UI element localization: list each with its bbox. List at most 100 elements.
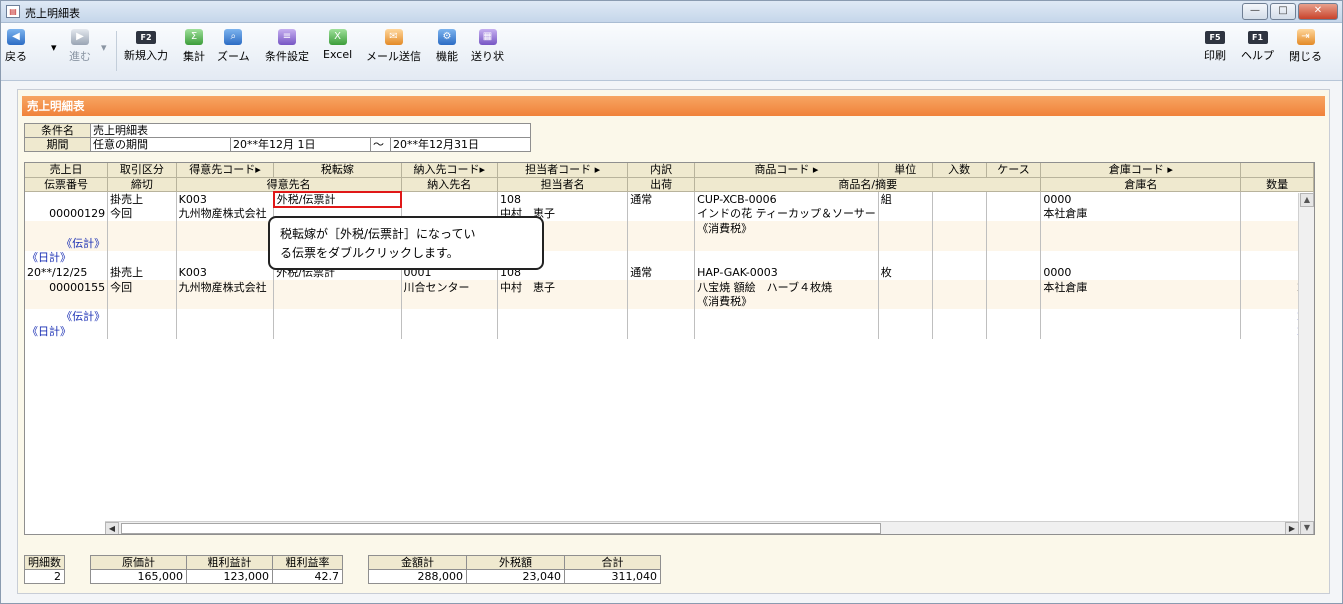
print-button[interactable]: F5 印刷	[1204, 29, 1226, 63]
grid-cell[interactable]	[694, 235, 879, 251]
cell-cust-name[interactable]: 九州物産株式会社	[176, 279, 275, 295]
col-item-name[interactable]: 商品名/摘要	[694, 177, 1042, 192]
scroll-right-icon[interactable]: ▶	[1285, 522, 1299, 534]
table-row[interactable]: 《伝計》20	[25, 309, 1314, 324]
invoice-button[interactable]: ▦ 送り状	[471, 29, 504, 64]
grid-cell[interactable]	[878, 279, 933, 295]
close-window-button[interactable]: ✕	[1298, 3, 1338, 20]
grid-cell[interactable]	[627, 221, 696, 236]
col-slip-number[interactable]: 伝票番号	[25, 177, 109, 192]
grid-cell[interactable]	[107, 221, 177, 236]
grid-cell[interactable]	[1040, 250, 1242, 266]
cell-detail[interactable]: 通常	[627, 191, 696, 207]
grid-cell[interactable]	[627, 309, 696, 324]
function-button[interactable]: ⚙ 機能	[436, 29, 458, 64]
table-row[interactable]: 《日計》20	[25, 324, 1314, 339]
col-transaction-type[interactable]: 取引区分	[107, 163, 177, 178]
grid-cell[interactable]	[627, 324, 696, 339]
grid-cell[interactable]	[107, 324, 177, 339]
grid-cell[interactable]	[986, 265, 1042, 280]
table-row[interactable]: 《日計》10	[25, 250, 1314, 266]
grid-cell[interactable]	[176, 324, 275, 339]
grid-cell[interactable]	[878, 294, 933, 310]
col-sales-date[interactable]: 売上日	[25, 163, 109, 178]
grid-cell[interactable]	[986, 206, 1042, 222]
grid-cell[interactable]	[176, 309, 275, 324]
table-row[interactable]: 《伝計》10	[25, 235, 1314, 251]
scroll-thumb[interactable]	[121, 523, 881, 534]
forward-dropdown[interactable]: ▾	[101, 41, 107, 54]
back-dropdown[interactable]: ▾	[51, 41, 57, 54]
cell-wh-code[interactable]: 0000	[1040, 191, 1242, 207]
scroll-up-icon[interactable]: ▲	[1300, 193, 1314, 207]
grid-cell[interactable]	[107, 235, 177, 251]
cell-close[interactable]: 今回	[107, 279, 177, 295]
cell-tx[interactable]: 掛売上	[107, 265, 177, 280]
grid-cell[interactable]	[1040, 235, 1242, 251]
cell-item-name[interactable]: 《消費税》	[694, 221, 879, 236]
scroll-down-icon[interactable]: ▼	[1300, 521, 1314, 534]
grid-cell[interactable]	[932, 324, 987, 339]
grid-cell[interactable]	[627, 294, 696, 310]
col-unit[interactable]: 単位	[878, 163, 933, 178]
grid-cell[interactable]	[932, 294, 987, 310]
cell-tx[interactable]: 掛売上	[107, 191, 177, 207]
grid-cell[interactable]	[1040, 221, 1242, 236]
grid-cell[interactable]	[401, 309, 499, 324]
col-item-code[interactable]: 商品コード ▸	[694, 163, 879, 178]
cell-staff-name[interactable]: 中村 恵子	[497, 279, 629, 295]
scroll-left-icon[interactable]: ◀	[105, 522, 119, 534]
cell-slip[interactable]: 00000129	[25, 206, 109, 222]
cell-detail[interactable]: 通常	[627, 265, 696, 280]
grid-cell[interactable]	[273, 279, 402, 295]
grid-cell[interactable]	[1040, 324, 1242, 339]
grid-cell[interactable]	[273, 324, 402, 339]
grid-cell[interactable]	[932, 279, 987, 295]
cell-unit[interactable]: 枚	[878, 265, 933, 280]
help-button[interactable]: F1 ヘルプ	[1241, 29, 1274, 63]
col-shipping[interactable]: 出荷	[627, 177, 696, 192]
col-warehouse-code[interactable]: 倉庫コード ▸	[1040, 163, 1242, 178]
col-pack-qty[interactable]: 入数	[932, 163, 987, 178]
grid-cell[interactable]	[986, 221, 1042, 236]
cell-item-code[interactable]: CUP-XCB-0006	[694, 191, 879, 207]
grid-cell[interactable]	[176, 235, 275, 251]
grid-cell[interactable]	[986, 324, 1042, 339]
excel-button[interactable]: X Excel	[323, 29, 352, 61]
cell-cust-name[interactable]: 九州物産株式会社	[176, 206, 275, 222]
horizontal-scrollbar[interactable]: ◀ ▶	[105, 521, 1299, 534]
grid-cell[interactable]	[627, 279, 696, 295]
table-row[interactable]: 《消費税》	[25, 294, 1314, 310]
grid-cell[interactable]	[878, 221, 933, 236]
close-button[interactable]: ⇥ 閉じる	[1289, 29, 1322, 64]
grid-cell[interactable]	[25, 221, 109, 236]
grid-cell[interactable]	[497, 294, 629, 310]
grid-cell[interactable]	[497, 324, 629, 339]
grid-cell[interactable]	[986, 191, 1042, 207]
cell-wh-name[interactable]: 本社倉庫	[1040, 279, 1242, 295]
grid-cell[interactable]	[107, 309, 177, 324]
grid-cell[interactable]	[932, 235, 987, 251]
grid-cell[interactable]	[273, 294, 402, 310]
grid-cell[interactable]	[176, 250, 275, 266]
col-closing[interactable]: 締切	[107, 177, 177, 192]
cell-tax[interactable]: 外税/伝票計	[272, 190, 403, 208]
grid-cell[interactable]	[107, 294, 177, 310]
conditions-button[interactable]: ≡ 条件設定	[265, 29, 309, 64]
col-warehouse-name[interactable]: 倉庫名	[1040, 177, 1242, 192]
grid-cell[interactable]	[176, 294, 275, 310]
zoom-button[interactable]: ⌕ ズーム	[217, 29, 250, 64]
cell-slip-total[interactable]: 《伝計》	[25, 309, 109, 324]
cell-unit[interactable]: 組	[878, 191, 933, 207]
back-button[interactable]: ◀ 戻る	[5, 29, 27, 64]
sales-detail-grid[interactable]: 売上日 取引区分 得意先コード▸ 税転嫁 納入先コード▸ 担当者コード ▸ 内訳 商品コード …	[24, 162, 1315, 535]
grid-cell[interactable]	[694, 250, 879, 266]
cell-close[interactable]: 今回	[107, 206, 177, 222]
col-customer-name[interactable]: 得意先名	[176, 177, 402, 192]
grid-cell[interactable]	[986, 235, 1042, 251]
col-destination-name[interactable]: 納入先名	[401, 177, 499, 192]
minimize-button[interactable]: —	[1242, 3, 1268, 20]
cell-cust-code[interactable]: K003	[176, 265, 275, 280]
grid-cell[interactable]	[932, 250, 987, 266]
grid-cell[interactable]	[986, 250, 1042, 266]
